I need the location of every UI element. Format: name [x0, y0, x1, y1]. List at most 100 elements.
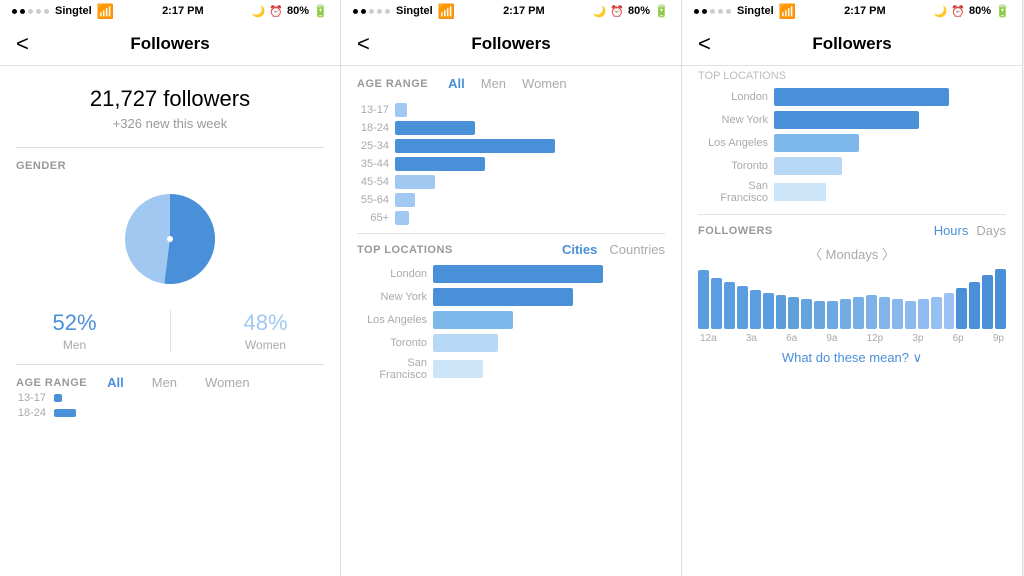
pie-chart-container	[16, 184, 324, 294]
filter-men-2[interactable]: Men	[473, 74, 514, 93]
age-bar	[54, 409, 76, 417]
city-name: London	[357, 268, 427, 280]
countries-filter[interactable]: Countries	[609, 242, 665, 257]
city-row-sanfrancisco: San Francisco	[357, 357, 665, 381]
city-row-losangeles: Los Angeles	[357, 311, 665, 329]
women-percentage: 48%	[243, 310, 287, 336]
age-bar-chart: 13-17 18-24 25-34 35-44 45-54 55-64	[357, 103, 665, 225]
carrier-label: Singtel	[737, 5, 774, 17]
top-locations-header: TOP LOCATIONS Cities Countries	[357, 233, 665, 257]
hour-bar	[814, 301, 825, 329]
p3-content: TOP LOCATIONS London New York Los Angele…	[682, 66, 1022, 576]
city-row-sanfrancisco-3: San Francisco	[698, 180, 1006, 204]
city-row-toronto: Toronto	[357, 334, 665, 352]
hour-bar	[956, 288, 967, 329]
signal-dot	[702, 9, 707, 14]
p2-content: AGE RANGE All Men Women 13-17 18-24 25-3…	[341, 66, 681, 576]
moon-icon: 🌙	[252, 5, 266, 18]
filter-women-2[interactable]: Women	[514, 74, 575, 93]
gender-section-label: GENDER	[16, 160, 324, 172]
age-filter-all[interactable]: All	[99, 373, 132, 392]
bar-fill	[395, 157, 485, 171]
hour-label-9p: 9p	[993, 333, 1004, 344]
bar-label: 35-44	[357, 158, 389, 170]
panel-2: Singtel 📶 2:17 PM 🌙 ⏰ 80% 🔋 < Followers …	[341, 0, 682, 576]
signal-dot	[377, 9, 382, 14]
moon-icon: 🌙	[593, 5, 607, 18]
signal-dot	[718, 9, 723, 14]
age-label: 18-24	[16, 407, 46, 419]
top-locations-label: TOP LOCATIONS	[357, 244, 453, 256]
city-name: Los Angeles	[698, 137, 768, 149]
age-row-13-17: 13-17	[16, 392, 324, 404]
header-1: < Followers	[0, 22, 340, 66]
hour-bar	[776, 295, 787, 329]
hour-labels: 12a 3a 6a 9a 12p 3p 6p 9p	[698, 333, 1006, 344]
filter-all-2[interactable]: All	[440, 74, 473, 93]
status-right-2: 🌙 ⏰ 80% 🔋	[593, 4, 669, 18]
city-name: Los Angeles	[357, 314, 427, 326]
signal-dot	[361, 9, 366, 14]
back-button-3[interactable]: <	[698, 31, 711, 57]
followers-bottom: FOLLOWERS Hours Days 〈 Mondays 〉 12a 3a …	[698, 214, 1006, 366]
bar-row-45-54: 45-54	[357, 175, 665, 189]
mondays-label: 〈 Mondays 〉	[698, 244, 1006, 263]
age-filter-men[interactable]: Men	[144, 373, 185, 392]
divider-2	[16, 364, 324, 365]
time-label: 2:17 PM	[162, 5, 204, 17]
signal-dot	[353, 9, 358, 14]
alarm-icon: ⏰	[269, 5, 283, 18]
bar-row-55-64: 55-64	[357, 193, 665, 207]
followers-count: 21,727 followers	[16, 86, 324, 112]
bar-label: 18-24	[357, 122, 389, 134]
hour-label-12a: 12a	[700, 333, 717, 344]
bar-row-25-34: 25-34	[357, 139, 665, 153]
wifi-icon: 📶	[779, 3, 796, 20]
city-row-london-3: London	[698, 88, 1006, 106]
hour-bar	[698, 270, 709, 329]
hour-bar	[801, 299, 812, 329]
signal-dot	[369, 9, 374, 14]
signal-dot	[12, 9, 17, 14]
bar-label: 45-54	[357, 176, 389, 188]
back-button-2[interactable]: <	[357, 31, 370, 57]
hour-bar	[944, 293, 955, 329]
hour-bar	[750, 290, 761, 329]
time-label-2: 2:17 PM	[503, 5, 545, 17]
bar-label: 55-64	[357, 194, 389, 206]
page-title-3: Followers	[812, 34, 891, 54]
panel-3: Singtel 📶 2:17 PM 🌙 ⏰ 80% 🔋 < Followers …	[682, 0, 1023, 576]
what-mean-link[interactable]: What do these mean? ∨	[698, 350, 1006, 366]
hour-bar	[827, 301, 838, 329]
city-bar	[433, 360, 483, 378]
hour-bar	[969, 282, 980, 329]
battery-icon: 🔋	[995, 4, 1010, 18]
bar-fill	[395, 193, 415, 207]
back-button[interactable]: <	[16, 31, 29, 57]
wifi-icon: 📶	[438, 3, 455, 20]
days-filter[interactable]: Days	[976, 223, 1006, 238]
bar-fill	[395, 103, 407, 117]
age-row-18-24: 18-24	[16, 407, 324, 419]
hours-filter[interactable]: Hours	[934, 223, 969, 238]
hour-label-6p: 6p	[953, 333, 964, 344]
city-row-newyork: New York	[357, 288, 665, 306]
bar-label: 25-34	[357, 140, 389, 152]
status-right: 🌙 ⏰ 80% 🔋	[252, 4, 328, 18]
city-row-newyork-3: New York	[698, 111, 1006, 129]
battery-icon: 🔋	[313, 4, 328, 18]
status-left-2: Singtel 📶	[353, 3, 455, 20]
city-bar	[433, 288, 573, 306]
city-bar	[433, 265, 603, 283]
cities-filter[interactable]: Cities	[562, 242, 597, 257]
hour-bar	[982, 275, 993, 329]
status-left-3: Singtel 📶	[694, 3, 796, 20]
wifi-icon: 📶	[97, 3, 114, 20]
bar-row-65plus: 65+	[357, 211, 665, 225]
hour-label-9a: 9a	[826, 333, 837, 344]
city-bar	[774, 157, 842, 175]
hour-label-3p: 3p	[912, 333, 923, 344]
age-filter-women[interactable]: Women	[197, 373, 258, 392]
gender-pie-chart	[115, 184, 225, 294]
signal-dot	[36, 9, 41, 14]
